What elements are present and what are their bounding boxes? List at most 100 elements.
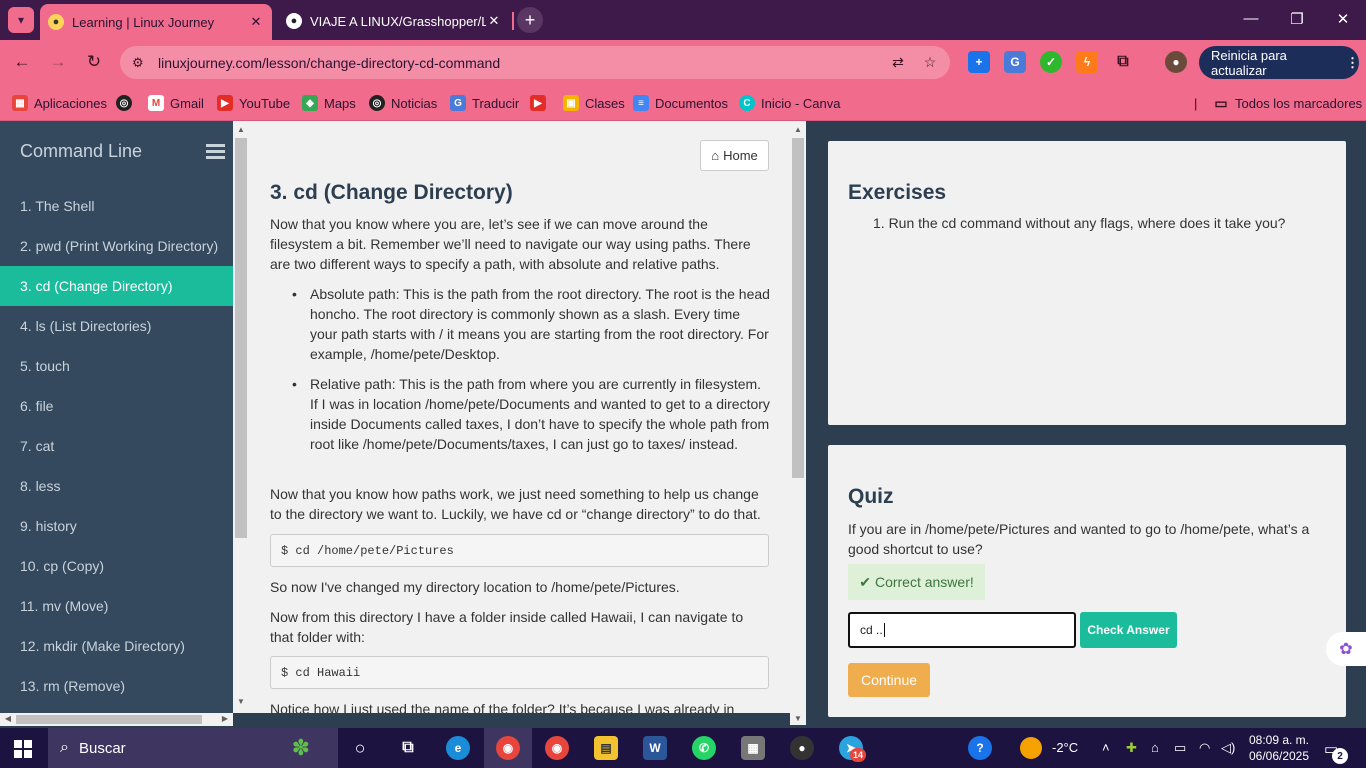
bookmark-docs[interactable]: ≡ Documentos xyxy=(633,93,728,113)
bookmark-label: Gmail xyxy=(170,95,204,111)
scroll-down-arrow[interactable]: ▼ xyxy=(790,714,806,723)
site-info-icon[interactable]: ⚙ xyxy=(132,55,148,71)
sidebar-item-cat[interactable]: 7. cat xyxy=(0,426,233,466)
whatsapp-icon[interactable]: ✆ xyxy=(692,736,716,760)
wifi-icon[interactable]: ◠ xyxy=(1199,740,1210,756)
minimize-button[interactable]: — xyxy=(1241,10,1261,27)
store-icon[interactable]: ▦ xyxy=(741,736,765,760)
tab-search-button[interactable]: ▾ xyxy=(8,7,34,33)
tray-app-icon[interactable]: ✚ xyxy=(1126,740,1137,756)
sidebar-item-mkdir[interactable]: 12. mkdir (Make Directory) xyxy=(0,626,233,666)
penguin-icon: ● xyxy=(48,14,64,30)
translate-extension-icon[interactable]: G xyxy=(1004,51,1026,73)
weather-sun-icon[interactable] xyxy=(1020,737,1042,759)
reload-button[interactable]: ↻ xyxy=(83,51,105,73)
weather-temp[interactable]: -2°C xyxy=(1052,740,1078,755)
forward-button[interactable]: → xyxy=(47,51,69,73)
close-icon[interactable]: ✕ xyxy=(248,14,264,30)
plus-extension-icon[interactable]: + xyxy=(968,51,990,73)
scroll-up-arrow[interactable]: ▲ xyxy=(790,125,806,134)
canva-icon: C xyxy=(739,95,755,111)
lesson-intro: Now that you know where you are, let’s s… xyxy=(270,216,751,272)
address-bar[interactable]: ⚙ linuxjourney.com/lesson/change-directo… xyxy=(120,46,950,79)
sidebar-item-mv[interactable]: 11. mv (Move) xyxy=(0,586,233,626)
bookmark-translate[interactable]: G Traducir xyxy=(450,93,519,113)
close-icon[interactable]: ✕ xyxy=(486,13,502,29)
sidebar-vertical-scrollbar[interactable]: ▲ ▼ xyxy=(233,121,249,713)
sidebar-item-cd[interactable]: 3. cd (Change Directory) xyxy=(0,266,233,306)
taskbar-search[interactable]: ⌕ Buscar ✽ xyxy=(48,728,338,768)
correct-answer-alert: ✔ Correct answer! xyxy=(848,564,985,600)
scroll-up-arrow[interactable]: ▲ xyxy=(233,125,249,134)
check-answer-button[interactable]: Check Answer xyxy=(1080,612,1177,648)
restore-button[interactable]: ❐ xyxy=(1287,10,1307,28)
translate-icon[interactable]: ⇄ xyxy=(886,54,910,71)
url-text[interactable]: linuxjourney.com/lesson/change-directory… xyxy=(158,55,886,71)
sidebar-item-rm[interactable]: 13. rm (Remove) xyxy=(0,666,233,706)
scrollbar-thumb[interactable] xyxy=(235,138,247,538)
chrome-profile-icon[interactable]: ◉ xyxy=(545,736,569,760)
scroll-left-arrow[interactable]: ◀ xyxy=(0,714,16,723)
bolt-extension-icon[interactable]: ϟ xyxy=(1076,51,1098,73)
code-block: $ cd /home/pete/Pictures xyxy=(270,534,769,567)
sidebar-item-history[interactable]: 9. history xyxy=(0,506,233,546)
lesson-paragraph: So now I've changed my directory locatio… xyxy=(270,579,680,595)
back-button[interactable]: ← xyxy=(11,51,33,73)
hamburger-menu-icon[interactable] xyxy=(206,144,225,162)
bookmark-label: Inicio - Canva xyxy=(761,95,841,111)
sidebar-title: Command Line xyxy=(20,141,143,161)
tray-chevron-icon[interactable]: ˄ xyxy=(1102,740,1110,755)
scroll-right-arrow[interactable]: ▶ xyxy=(217,714,233,723)
sidebar-item-cp[interactable]: 10. cp (Copy) xyxy=(0,546,233,586)
file-explorer-icon[interactable]: ▤ xyxy=(594,736,618,760)
sidebar-item-file[interactable]: 6. file xyxy=(0,386,233,426)
tab-github[interactable]: ● VIAJE A LINUX/Grasshopper/Lin ✕ xyxy=(278,6,510,36)
edge-icon[interactable]: e xyxy=(446,736,470,760)
task-view-icon[interactable]: ⧉ xyxy=(396,736,420,760)
scrollbar-thumb[interactable] xyxy=(792,138,804,478)
scroll-down-arrow[interactable]: ▼ xyxy=(233,697,249,706)
bookmark-apps[interactable]: ▦ Aplicaciones xyxy=(12,93,107,113)
bookmark-globe[interactable]: ◎ xyxy=(116,93,138,113)
bookmark-star-icon[interactable]: ☆ xyxy=(918,54,942,71)
system-clock[interactable]: 08:09 a. m. 06/06/2025 xyxy=(1248,732,1310,764)
volume-icon[interactable]: ◁) xyxy=(1221,740,1235,756)
scrollbar-thumb[interactable] xyxy=(16,715,202,724)
bookmark-youtube[interactable]: ▶ YouTube xyxy=(217,93,290,113)
answer-input[interactable]: cd .. xyxy=(848,612,1076,648)
tab-linux-journey[interactable]: ● Learning | Linux Journey ✕ xyxy=(40,4,272,40)
close-window-button[interactable]: ✕ xyxy=(1333,10,1353,28)
home-button[interactable]: ⌂ Home xyxy=(700,140,769,171)
sidebar-item-ls[interactable]: 4. ls (List Directories) xyxy=(0,306,233,346)
chrome-icon[interactable]: ◉ xyxy=(496,736,520,760)
sidebar-item-less[interactable]: 8. less xyxy=(0,466,233,506)
sidebar-item-touch[interactable]: 5. touch xyxy=(0,346,233,386)
cortana-icon[interactable]: ○ xyxy=(348,736,372,760)
youtube-icon: ▶ xyxy=(217,95,233,111)
bookmark-youtube-2[interactable]: ▶ xyxy=(530,93,552,113)
new-tab-button[interactable]: + xyxy=(517,7,543,33)
lesson-vertical-scrollbar[interactable]: ▲ ▼ xyxy=(790,121,806,725)
tray-usb-icon[interactable]: ⌂ xyxy=(1151,740,1159,755)
help-icon[interactable]: ? xyxy=(968,736,992,760)
sidebar-item-pwd[interactable]: 2. pwd (Print Working Directory) xyxy=(0,226,233,266)
bookmark-canva[interactable]: C Inicio - Canva xyxy=(739,93,840,113)
bookmark-gmail[interactable]: M Gmail xyxy=(148,93,204,113)
bookmark-classes[interactable]: ▣ Clases xyxy=(563,93,625,113)
all-bookmarks-folder[interactable]: ▭ Todos los marcadores xyxy=(1213,93,1362,113)
update-button[interactable]: Reinicia para actualizar ⋮ xyxy=(1199,46,1359,79)
brain-extension-icon[interactable]: ✿ xyxy=(1326,632,1366,666)
sidebar-horizontal-scrollbar[interactable]: ◀ ▶ xyxy=(0,713,233,726)
list-item: Relative path: This is the path from whe… xyxy=(290,374,770,454)
bookmark-news[interactable]: ◎ Noticias xyxy=(369,93,437,113)
word-icon[interactable]: W xyxy=(643,736,667,760)
extensions-puzzle-icon[interactable]: ⧉ xyxy=(1112,51,1134,73)
battery-icon[interactable]: ▭ xyxy=(1174,740,1186,756)
profile-avatar[interactable]: ● xyxy=(1165,51,1187,73)
bookmark-maps[interactable]: ◆ Maps xyxy=(302,93,356,113)
app-avatar-icon[interactable]: ● xyxy=(790,736,814,760)
check-extension-icon[interactable]: ✓ xyxy=(1040,51,1062,73)
sidebar-item-shell[interactable]: 1. The Shell xyxy=(0,186,233,226)
windows-start-icon[interactable] xyxy=(14,740,32,758)
continue-button[interactable]: Continue xyxy=(848,663,930,697)
